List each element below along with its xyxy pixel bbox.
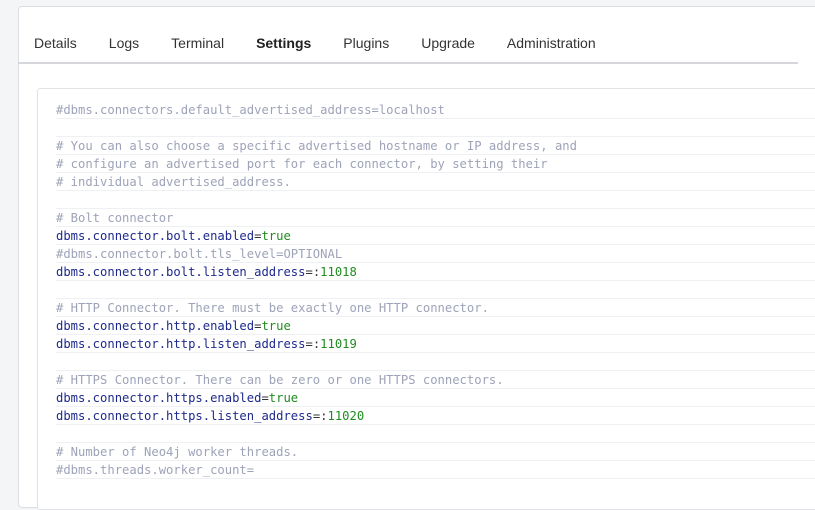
config-key: dbms.connector.bolt.listen_address bbox=[56, 265, 306, 279]
config-blank-line[interactable] bbox=[56, 353, 815, 371]
config-lines: #dbms.connectors.default_advertised_addr… bbox=[56, 101, 815, 479]
config-value: true bbox=[268, 391, 299, 405]
config-line[interactable]: dbms.connector.https.listen_address=:110… bbox=[56, 407, 815, 425]
tab-settings[interactable]: Settings bbox=[240, 35, 327, 51]
config-operator: =: bbox=[305, 265, 321, 279]
config-blank-line[interactable] bbox=[56, 191, 815, 209]
config-line[interactable]: #dbms.threads.worker_count= bbox=[56, 461, 815, 479]
config-key: dbms.connector.https.enabled bbox=[56, 391, 262, 405]
config-line[interactable]: # You can also choose a specific adverti… bbox=[56, 137, 815, 155]
config-line[interactable]: # configure an advertised port for each … bbox=[56, 155, 815, 173]
config-operator: =: bbox=[305, 337, 321, 351]
config-line[interactable]: dbms.connector.https.enabled=true bbox=[56, 389, 815, 407]
config-line[interactable]: # individual advertised_address. bbox=[56, 173, 815, 191]
config-blank-line[interactable] bbox=[56, 281, 815, 299]
config-line[interactable]: dbms.connector.http.enabled=true bbox=[56, 317, 815, 335]
config-key: dbms.connector.http.listen_address bbox=[56, 337, 306, 351]
config-line[interactable]: #dbms.connector.bolt.tls_level=OPTIONAL bbox=[56, 245, 815, 263]
config-value: 11020 bbox=[327, 409, 365, 423]
config-line[interactable]: #dbms.connectors.default_advertised_addr… bbox=[56, 101, 815, 119]
config-comment: # individual advertised_address. bbox=[56, 175, 291, 189]
config-comment: #dbms.connectors.default_advertised_addr… bbox=[56, 103, 445, 117]
config-line[interactable]: # HTTPS Connector. There can be zero or … bbox=[56, 371, 815, 389]
config-comment: #dbms.threads.worker_count= bbox=[56, 463, 255, 477]
config-comment: #dbms.connector.bolt.tls_level=OPTIONAL bbox=[56, 247, 343, 261]
config-line[interactable]: # Bolt connector bbox=[56, 209, 815, 227]
tab-logs[interactable]: Logs bbox=[93, 35, 155, 51]
config-line[interactable]: # Number of Neo4j worker threads. bbox=[56, 443, 815, 461]
config-comment: # Bolt connector bbox=[56, 211, 174, 225]
config-comment: # configure an advertised port for each … bbox=[56, 157, 548, 171]
config-key: dbms.connector.https.listen_address bbox=[56, 409, 313, 423]
config-key: dbms.connector.http.enabled bbox=[56, 319, 255, 333]
config-operator: = bbox=[261, 391, 269, 405]
config-comment: # You can also choose a specific adverti… bbox=[56, 139, 577, 153]
tab-terminal[interactable]: Terminal bbox=[155, 35, 240, 51]
config-line[interactable]: dbms.connector.http.listen_address=:1101… bbox=[56, 335, 815, 353]
config-blank-line[interactable] bbox=[56, 119, 815, 137]
config-value: true bbox=[261, 319, 291, 333]
config-blank-line[interactable] bbox=[56, 425, 815, 443]
config-line[interactable]: # HTTP Connector. There must be exactly … bbox=[56, 299, 815, 317]
tab-plugins[interactable]: Plugins bbox=[327, 35, 405, 51]
config-value: 11019 bbox=[320, 337, 357, 351]
tab-administration[interactable]: Administration bbox=[491, 35, 612, 51]
config-value: true bbox=[261, 229, 291, 243]
tab-upgrade[interactable]: Upgrade bbox=[405, 35, 491, 51]
config-comment: # HTTP Connector. There must be exactly … bbox=[56, 301, 489, 315]
config-comment: # Number of Neo4j worker threads. bbox=[56, 445, 299, 459]
config-comment: # HTTPS Connector. There can be zero or … bbox=[56, 373, 504, 387]
config-line[interactable]: dbms.connector.bolt.listen_address=:1101… bbox=[56, 263, 815, 281]
config-editor[interactable]: #dbms.connectors.default_advertised_addr… bbox=[37, 88, 815, 510]
config-operator: =: bbox=[312, 409, 328, 423]
config-key: dbms.connector.bolt.enabled bbox=[56, 229, 255, 243]
config-value: 11018 bbox=[320, 265, 357, 279]
tab-details[interactable]: Details bbox=[18, 35, 93, 51]
config-line[interactable]: dbms.connector.bolt.enabled=true bbox=[56, 227, 815, 245]
tab-bar: Details Logs Terminal Settings Plugins U… bbox=[18, 24, 798, 64]
